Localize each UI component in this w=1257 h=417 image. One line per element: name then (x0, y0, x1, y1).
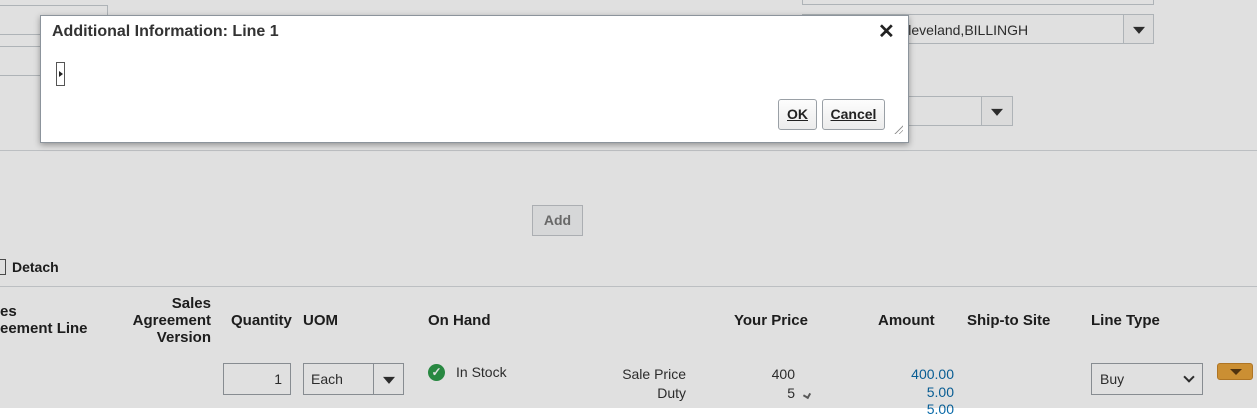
cancel-button[interactable]: Cancel (822, 99, 885, 130)
disclosure-toggle[interactable] (56, 62, 65, 86)
resize-grip-icon[interactable] (893, 124, 903, 134)
additional-information-dialog: Additional Information: Line 1 ✕ OK Canc… (40, 15, 909, 143)
ok-button[interactable]: OK (778, 99, 817, 130)
close-icon[interactable]: ✕ (878, 21, 895, 43)
dialog-title: Additional Information: Line 1 (52, 23, 279, 40)
triangle-right-icon (59, 71, 63, 77)
